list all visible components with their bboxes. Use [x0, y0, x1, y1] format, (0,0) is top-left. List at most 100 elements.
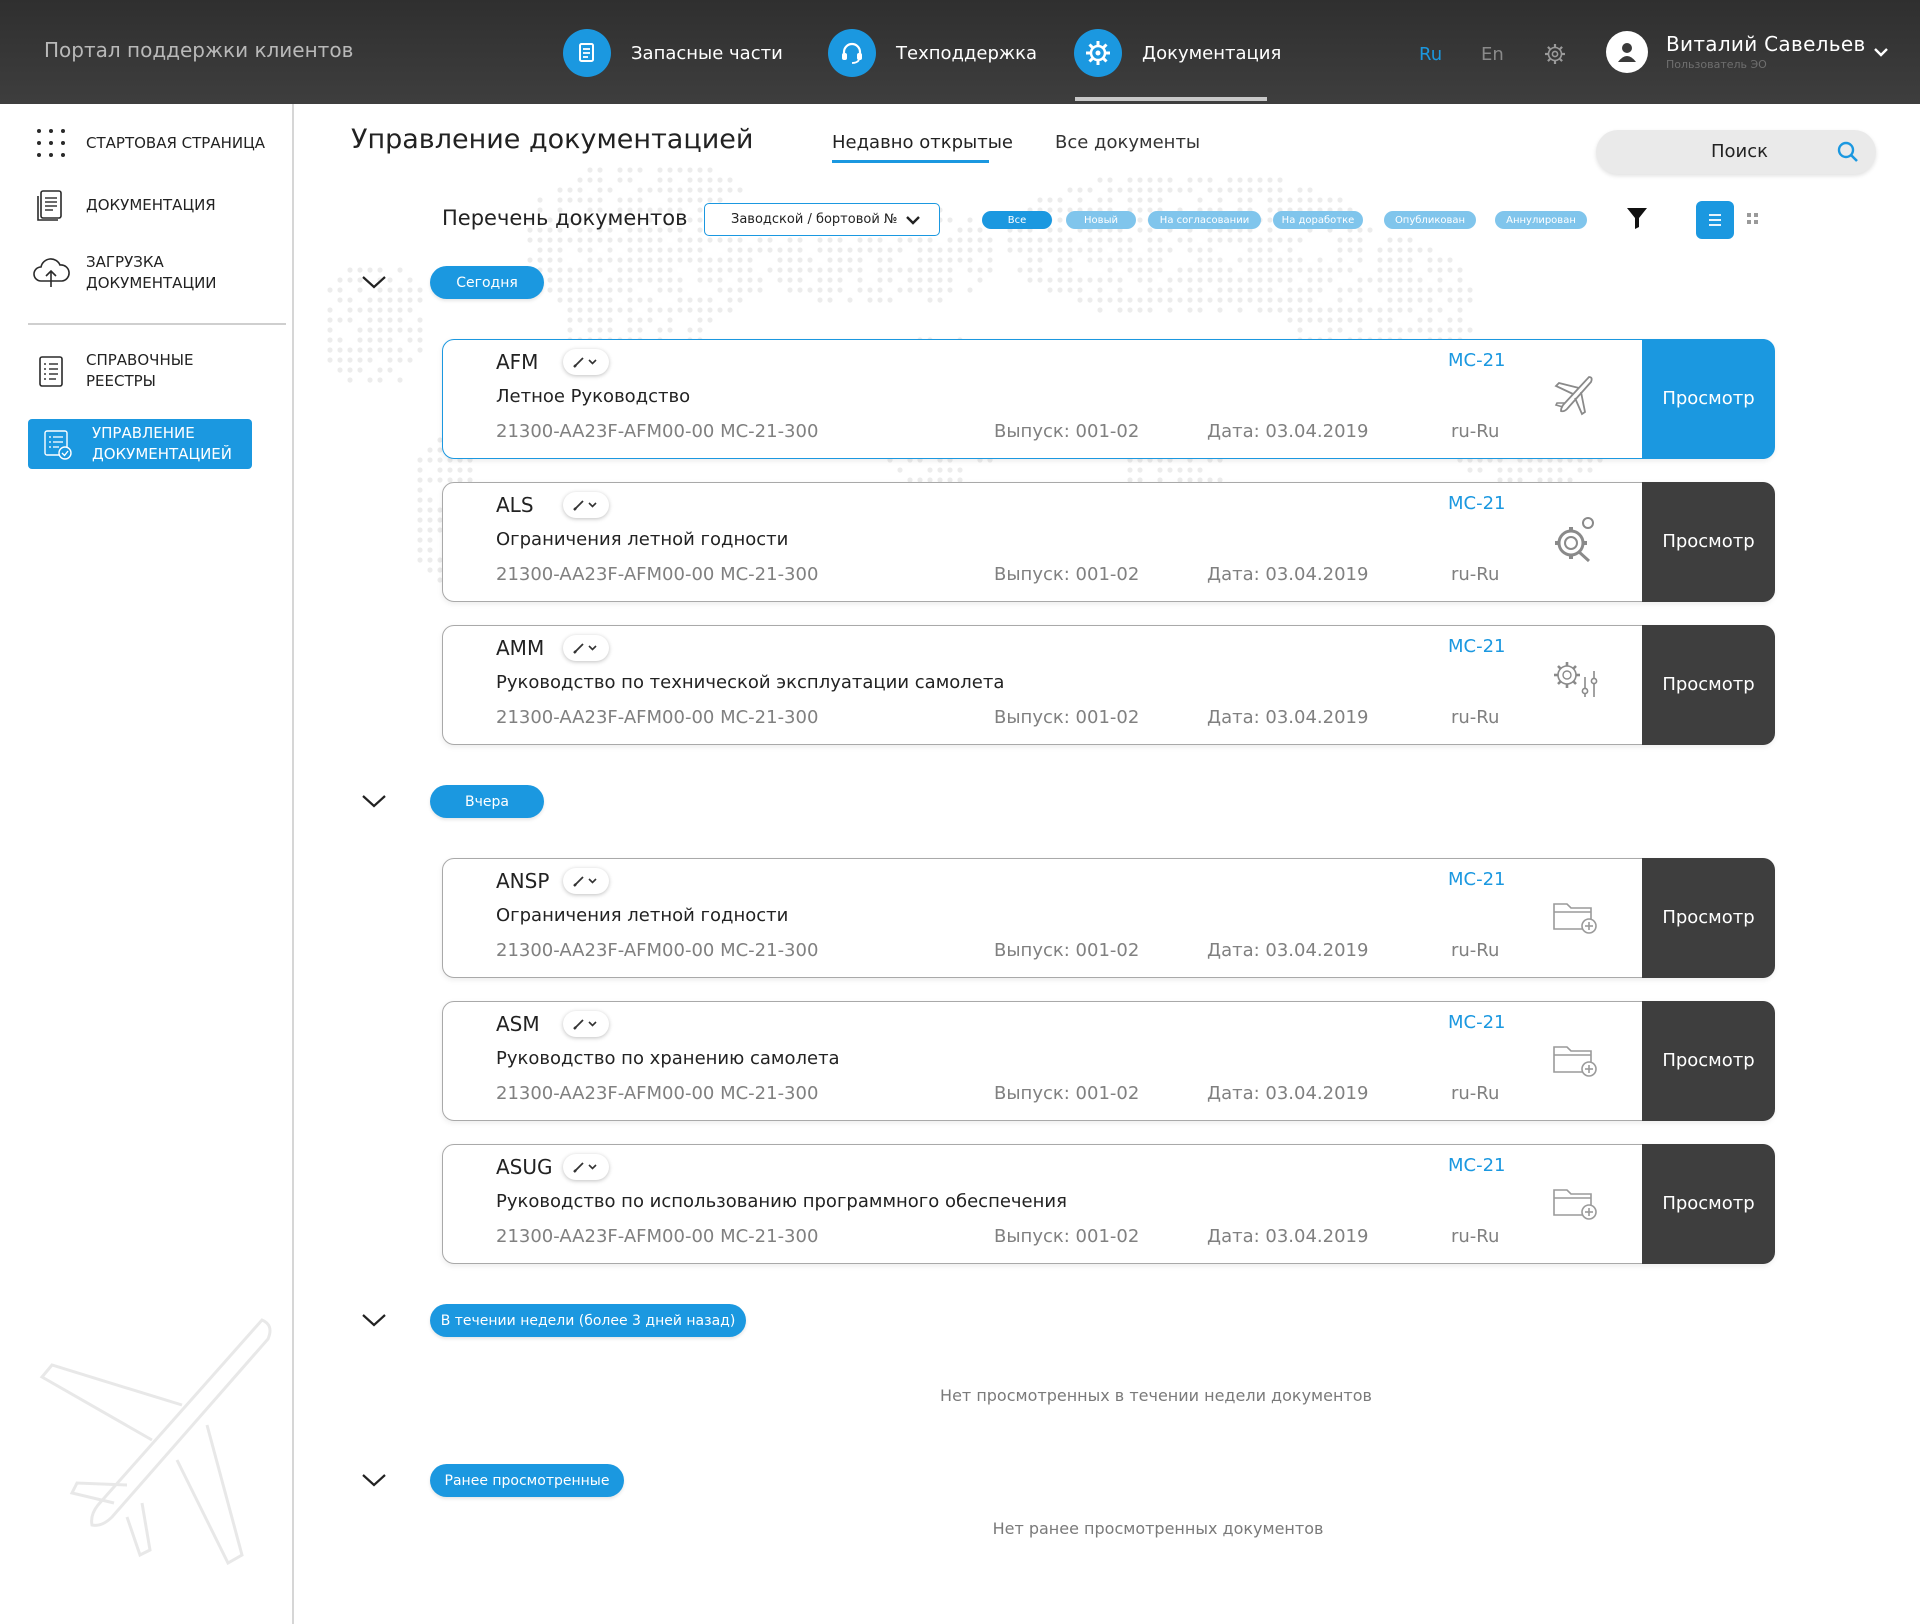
top-bar: Портал поддержки клиентов Запасные части…: [0, 0, 1920, 104]
document-card-amm[interactable]: AMM Руководство по технической эксплуата…: [442, 624, 1775, 745]
empty-earlier-message: Нет ранее просмотренных документов: [992, 1519, 1324, 1538]
filter-icon[interactable]: [1626, 206, 1648, 234]
document-card-asug[interactable]: ASUG Руководство по использованию програ…: [442, 1143, 1775, 1264]
edit-menu-button[interactable]: [563, 1154, 609, 1180]
airplane-watermark-icon: [32, 1305, 282, 1569]
document-card-als[interactable]: ALS Ограничения летной годности 21300-AA…: [442, 481, 1775, 602]
list-view-button[interactable]: [1696, 201, 1734, 239]
lang-en[interactable]: En: [1481, 44, 1504, 65]
status-filter-new[interactable]: Новый: [1066, 211, 1136, 229]
view-button[interactable]: Просмотр: [1642, 338, 1775, 459]
parts-document-icon: [563, 29, 611, 77]
sidebar-item-doc-management[interactable]: УПРАВЛЕНИЕ ДОКУМЕНТАЦИЕЙ: [28, 419, 252, 469]
edit-menu-button[interactable]: [563, 349, 609, 375]
edit-menu-button[interactable]: [563, 1011, 609, 1037]
edit-menu-button[interactable]: [563, 868, 609, 894]
sidebar-item-upload[interactable]: ЗАГРУЗКА ДОКУМЕНТАЦИИ: [28, 250, 246, 296]
doc-date: Дата: 03.04.2019: [1207, 1083, 1369, 1104]
doc-aircraft-link[interactable]: MC-21: [1448, 350, 1506, 371]
doc-title: Руководство по технической эксплуатации …: [496, 672, 1005, 693]
status-filter-approval[interactable]: На согласовании: [1148, 211, 1261, 229]
tab-all-documents[interactable]: Все документы: [1055, 132, 1200, 153]
search-icon[interactable]: [1836, 140, 1860, 168]
portal-title: Портал поддержки клиентов: [44, 38, 354, 62]
view-button[interactable]: Просмотр: [1642, 481, 1775, 602]
pencil-icon: [573, 876, 584, 887]
sidebar-item-start-page[interactable]: СТАРТОВАЯ СТРАНИЦА: [28, 120, 265, 166]
status-filter-all[interactable]: Все: [982, 211, 1052, 229]
doc-language: ru-Ru: [1451, 707, 1500, 728]
grid-view-button[interactable]: [1745, 211, 1761, 231]
dots-grid-icon: [28, 120, 74, 166]
group-toggle-earlier[interactable]: [360, 1470, 388, 1494]
folder-add-icon: [1551, 899, 1599, 939]
serial-number-select[interactable]: Заводской / бортовой №: [704, 203, 940, 236]
search-input[interactable]: Поиск: [1596, 130, 1876, 174]
doc-number: 21300-AA23F-AFM00-00 MC-21-300: [496, 421, 819, 442]
lang-ru[interactable]: Ru: [1419, 44, 1442, 65]
chevron-down-icon: [362, 1314, 386, 1327]
status-filter-published[interactable]: Опубликован: [1384, 211, 1476, 229]
gear-icon[interactable]: [1543, 42, 1567, 70]
status-filter-rework[interactable]: На доработке: [1273, 211, 1363, 229]
user-name: Виталий Савельев: [1666, 32, 1866, 56]
doc-language: ru-Ru: [1451, 421, 1500, 442]
doc-issue: Выпуск: 001-02: [994, 707, 1140, 728]
group-toggle-week[interactable]: [360, 1310, 388, 1334]
view-button[interactable]: Просмотр: [1642, 1143, 1775, 1264]
view-button[interactable]: Просмотр: [1642, 624, 1775, 745]
group-label-yesterday[interactable]: Вчера: [430, 785, 544, 818]
active-nav-indicator: [1075, 97, 1267, 101]
chevron-down-icon[interactable]: [1872, 44, 1890, 63]
folder-add-icon: [1551, 1042, 1599, 1082]
chevron-down-icon: [362, 276, 386, 289]
status-filter-cancelled[interactable]: Аннулирован: [1495, 211, 1587, 229]
tab-recently-opened[interactable]: Недавно открытые: [832, 132, 1013, 153]
edit-menu-button[interactable]: [563, 635, 609, 661]
doc-date: Дата: 03.04.2019: [1207, 707, 1369, 728]
doc-title: Руководство по использованию программног…: [496, 1191, 1067, 1212]
chevron-down-icon: [362, 1474, 386, 1487]
nav-documentation[interactable]: Документация: [1074, 28, 1281, 78]
doc-aircraft-link[interactable]: MC-21: [1448, 869, 1506, 890]
doc-number: 21300-AA23F-AFM00-00 MC-21-300: [496, 1083, 819, 1104]
edit-menu-button[interactable]: [563, 492, 609, 518]
document-card-asm[interactable]: ASM Руководство по хранению самолета 213…: [442, 1000, 1775, 1121]
sidebar-item-label: ДОКУМЕНТАЦИЯ: [86, 195, 216, 214]
group-label-today[interactable]: Сегодня: [430, 266, 544, 299]
sidebar-separator: [28, 323, 286, 325]
doc-code: ASUG: [496, 1155, 553, 1179]
doc-language: ru-Ru: [1451, 1226, 1500, 1247]
view-button[interactable]: Просмотр: [1642, 1000, 1775, 1121]
view-button[interactable]: Просмотр: [1642, 857, 1775, 978]
sidebar-item-label: ЗАГРУЗКА ДОКУМЕНТАЦИИ: [86, 253, 217, 292]
pencil-icon: [573, 1019, 584, 1030]
pencil-icon: [573, 500, 584, 511]
doc-date: Дата: 03.04.2019: [1207, 564, 1369, 585]
document-icon: [28, 182, 74, 228]
doc-aircraft-link[interactable]: MC-21: [1448, 636, 1506, 657]
document-card-afm[interactable]: AFM Летное Руководство 21300-AA23F-AFM00…: [442, 338, 1775, 459]
gear-search-icon: [1551, 513, 1599, 569]
doc-aircraft-link[interactable]: MC-21: [1448, 493, 1506, 514]
doc-code: ASM: [496, 1012, 540, 1036]
doc-aircraft-link[interactable]: MC-21: [1448, 1012, 1506, 1033]
gear-sliders-icon: [1551, 659, 1601, 707]
doc-date: Дата: 03.04.2019: [1207, 1226, 1369, 1247]
sidebar-item-label: УПРАВЛЕНИЕ ДОКУМЕНТАЦИЕЙ: [92, 424, 233, 463]
nav-tech-support[interactable]: Техподдержка: [828, 28, 1037, 78]
group-label-week[interactable]: В течении недели (более 3 дней назад): [430, 1304, 746, 1337]
doc-issue: Выпуск: 001-02: [994, 1226, 1140, 1247]
document-card-ansp[interactable]: ANSP Ограничения летной годности 21300-A…: [442, 857, 1775, 978]
cloud-upload-icon: [28, 250, 74, 296]
sidebar-item-reference-registers[interactable]: СПРАВОЧНЫЕ РЕЕСТРЫ: [28, 348, 246, 394]
list-icon: [1709, 214, 1721, 226]
group-toggle-today[interactable]: [360, 272, 388, 296]
doc-aircraft-link[interactable]: MC-21: [1448, 1155, 1506, 1176]
group-toggle-yesterday[interactable]: [360, 791, 388, 815]
group-label-earlier[interactable]: Ранее просмотренные: [430, 1464, 624, 1497]
nav-spare-parts[interactable]: Запасные части: [563, 28, 783, 78]
list-title: Перечень документов: [442, 206, 688, 230]
avatar[interactable]: [1606, 31, 1648, 73]
sidebar-item-documentation[interactable]: ДОКУМЕНТАЦИЯ: [28, 182, 216, 228]
